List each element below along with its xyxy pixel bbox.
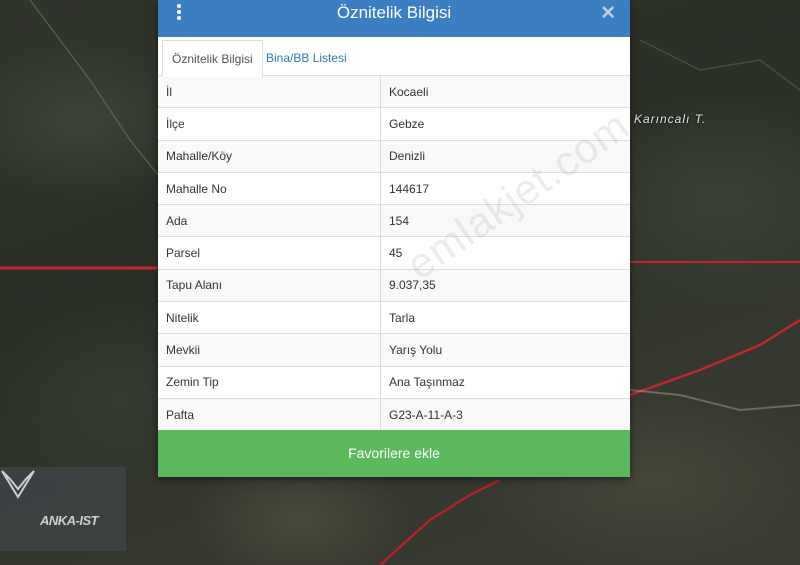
place-label: Karıncalı T. xyxy=(634,112,707,126)
attribute-key: Tapu Alanı xyxy=(158,269,381,303)
attribute-key: Mevkii xyxy=(158,333,381,367)
table-row: Ada 154 xyxy=(158,204,630,238)
attribute-key: Mahalle/Köy xyxy=(158,140,381,173)
logo-text: ANKA-IST xyxy=(40,513,99,528)
attribute-key: Ada xyxy=(158,204,381,238)
add-to-favorites-button[interactable]: Favorilere ekle xyxy=(158,430,630,477)
attribute-value: G23-A-11-A-3 xyxy=(380,398,630,432)
attribute-key: İl xyxy=(158,76,381,109)
tab-attribute-info[interactable]: Öznitelik Bilgisi xyxy=(162,40,263,77)
attribute-info-dialog: Öznitelik Bilgisi ✕ Öznitelik Bilgisi Bi… xyxy=(158,0,637,477)
attribute-key: Nitelik xyxy=(158,301,381,335)
dialog-header: Öznitelik Bilgisi ✕ xyxy=(158,0,630,37)
attribute-key: Pafta xyxy=(158,398,381,432)
table-row: Zemin Tip Ana Taşınmaz xyxy=(158,366,630,399)
attribute-value: Yarış Yolu xyxy=(380,333,630,367)
attribute-value: Ana Taşınmaz xyxy=(380,366,630,399)
table-row: Tapu Alanı 9.037,35 xyxy=(158,269,630,303)
dialog-tabs: Öznitelik Bilgisi Bina/BB Listesi xyxy=(158,37,630,77)
table-row: Pafta G23-A-11-A-3 xyxy=(158,398,630,432)
table-row: Nitelik Tarla xyxy=(158,301,630,335)
table-row: Parsel 45 xyxy=(158,236,630,270)
map-toolbar xyxy=(0,0,160,8)
dialog-title: Öznitelik Bilgisi xyxy=(336,3,452,22)
attribute-key: Mahalle No xyxy=(158,172,381,206)
table-row: Mevkii Yarış Yolu xyxy=(158,333,630,367)
attribute-value: Kocaeli xyxy=(380,76,630,109)
attribute-table: İl Kocaeli İlçe Gebze Mahalle/Köy Denizli Maha… xyxy=(158,76,630,432)
table-row: İlçe Gebze xyxy=(158,107,630,141)
attribute-key: Parsel xyxy=(158,236,381,270)
close-icon[interactable]: ✕ xyxy=(600,2,616,25)
anka-bird-icon xyxy=(1,470,35,499)
attribute-key: Zemin Tip xyxy=(158,366,381,399)
attribute-value: Tarla xyxy=(380,301,630,335)
table-row: İl Kocaeli xyxy=(158,76,630,109)
tab-building-list[interactable]: Bina/BB Listesi xyxy=(257,40,356,75)
attribute-key: İlçe xyxy=(158,107,381,141)
anka-logo: ANKA-IST xyxy=(0,467,126,551)
